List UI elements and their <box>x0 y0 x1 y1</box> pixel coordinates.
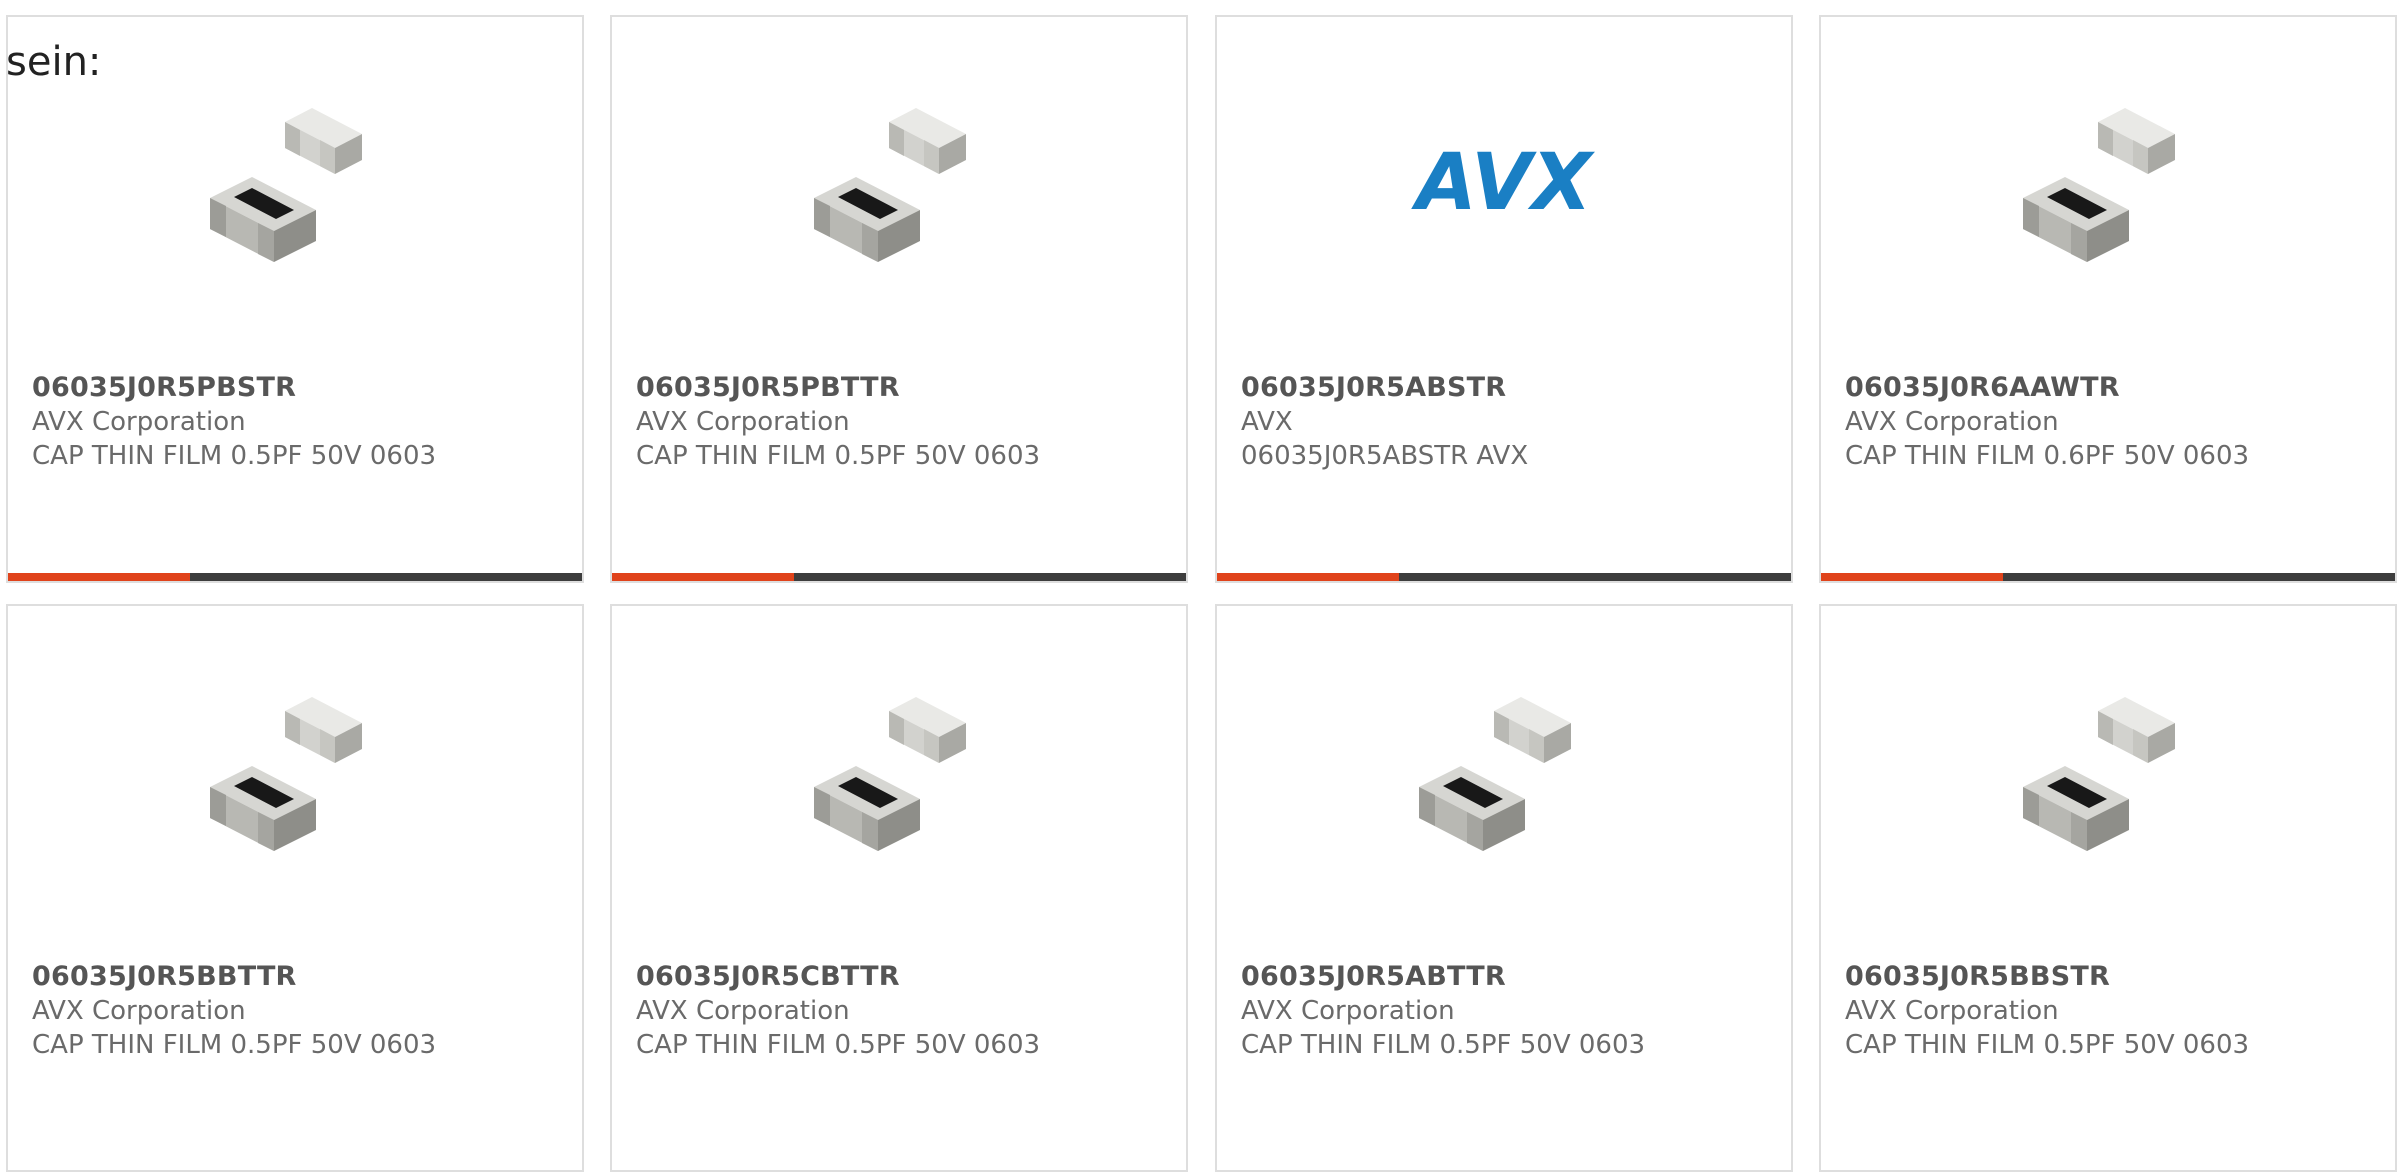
chip-capacitor-image <box>794 673 1004 883</box>
chip-capacitor-image <box>794 84 1004 294</box>
product-image[interactable] <box>1217 658 1791 898</box>
chip-capacitor-image <box>2003 84 2213 294</box>
part-number-link[interactable]: 06035J0R5BBSTR <box>1845 960 2385 994</box>
part-number-link[interactable]: 06035J0R5ABSTR <box>1241 371 1781 405</box>
product-card[interactable]: AVX 06035J0R5ABSTR AVX 06035J0R5ABSTR AVX <box>1215 15 1793 583</box>
product-card[interactable]: 06035J0R5CBTTR AVX Corporation CAP THIN FI… <box>610 604 1188 1172</box>
product-image[interactable] <box>1821 658 2395 898</box>
intro-text: sein: <box>6 39 102 85</box>
part-number-link[interactable]: 06035J0R5BBTTR <box>32 960 572 994</box>
product-description: 06035J0R5ABSTR AVX <box>1241 441 1529 471</box>
product-info: 06035J0R6AAWTR AVX Corporation CAP THIN FI… <box>1845 371 2385 473</box>
chip-capacitor-image <box>190 84 400 294</box>
product-card[interactable]: 06035J0R5BBSTR AVX Corporation CAP THIN FI… <box>1819 604 2397 1172</box>
manufacturer-name: AVX Corporation <box>636 996 850 1026</box>
avx-logo: AVX <box>1410 138 1595 228</box>
product-description: CAP THIN FILM 0.5PF 50V 0603 <box>636 1030 1041 1060</box>
product-image[interactable]: AVX <box>1217 69 1791 309</box>
card-hover-bar <box>8 573 582 581</box>
product-description: CAP THIN FILM 0.5PF 50V 0603 <box>636 441 1041 471</box>
card-hover-bar <box>1217 573 1791 581</box>
part-number-link[interactable]: 06035J0R5ABTTR <box>1241 960 1781 994</box>
manufacturer-name: AVX Corporation <box>1845 996 2059 1026</box>
card-accent-bar <box>612 573 794 581</box>
manufacturer-name: AVX Corporation <box>636 407 850 437</box>
product-image[interactable] <box>612 658 1186 898</box>
product-description: CAP THIN FILM 0.6PF 50V 0603 <box>1845 441 2250 471</box>
part-number-link[interactable]: 06035J0R6AAWTR <box>1845 371 2385 405</box>
part-number-link[interactable]: 06035J0R5CBTTR <box>636 960 1176 994</box>
manufacturer-name: AVX Corporation <box>1845 407 2059 437</box>
svg-text:AVX: AVX <box>1410 138 1595 228</box>
product-info: 06035J0R5BBSTR AVX Corporation CAP THIN FI… <box>1845 960 2385 1062</box>
part-number-link[interactable]: 06035J0R5PBSTR <box>32 371 572 405</box>
manufacturer-name: AVX Corporation <box>1241 996 1455 1026</box>
product-info: 06035J0R5PBTTR AVX Corporation CAP THIN FI… <box>636 371 1176 473</box>
chip-capacitor-image <box>190 673 400 883</box>
product-info: 06035J0R5PBSTR AVX Corporation CAP THIN FI… <box>32 371 572 473</box>
product-image[interactable] <box>8 69 582 309</box>
product-grid: 06035J0R5PBSTR AVX Corporation CAP THIN FI… <box>0 0 2400 1172</box>
product-card[interactable]: 06035J0R5ABTTR AVX Corporation CAP THIN FI… <box>1215 604 1793 1172</box>
product-info: 06035J0R5ABTTR AVX Corporation CAP THIN FI… <box>1241 960 1781 1062</box>
chip-capacitor-image <box>2003 673 2213 883</box>
product-description: CAP THIN FILM 0.5PF 50V 0603 <box>32 1030 437 1060</box>
part-number-link[interactable]: 06035J0R5PBTTR <box>636 371 1176 405</box>
product-image[interactable] <box>612 69 1186 309</box>
product-description: CAP THIN FILM 0.5PF 50V 0603 <box>1845 1030 2250 1060</box>
card-accent-bar <box>1217 573 1399 581</box>
manufacturer-name: AVX <box>1241 407 1293 437</box>
manufacturer-name: AVX Corporation <box>32 407 246 437</box>
product-image[interactable] <box>1821 69 2395 309</box>
product-card[interactable]: 06035J0R6AAWTR AVX Corporation CAP THIN FI… <box>1819 15 2397 583</box>
card-accent-bar <box>1821 573 2003 581</box>
card-accent-bar <box>8 573 190 581</box>
product-description: CAP THIN FILM 0.5PF 50V 0603 <box>32 441 437 471</box>
product-info: 06035J0R5CBTTR AVX Corporation CAP THIN FI… <box>636 960 1176 1062</box>
product-card[interactable]: 06035J0R5PBTTR AVX Corporation CAP THIN FI… <box>610 15 1188 583</box>
product-image[interactable] <box>8 658 582 898</box>
manufacturer-name: AVX Corporation <box>32 996 246 1026</box>
card-hover-bar <box>612 573 1186 581</box>
product-description: CAP THIN FILM 0.5PF 50V 0603 <box>1241 1030 1646 1060</box>
product-info: 06035J0R5BBTTR AVX Corporation CAP THIN FI… <box>32 960 572 1062</box>
product-card[interactable]: 06035J0R5BBTTR AVX Corporation CAP THIN FI… <box>6 604 584 1172</box>
product-card[interactable]: 06035J0R5PBSTR AVX Corporation CAP THIN FI… <box>6 15 584 583</box>
product-info: 06035J0R5ABSTR AVX 06035J0R5ABSTR AVX <box>1241 371 1781 473</box>
chip-capacitor-image <box>1399 673 1609 883</box>
card-hover-bar <box>1821 573 2395 581</box>
